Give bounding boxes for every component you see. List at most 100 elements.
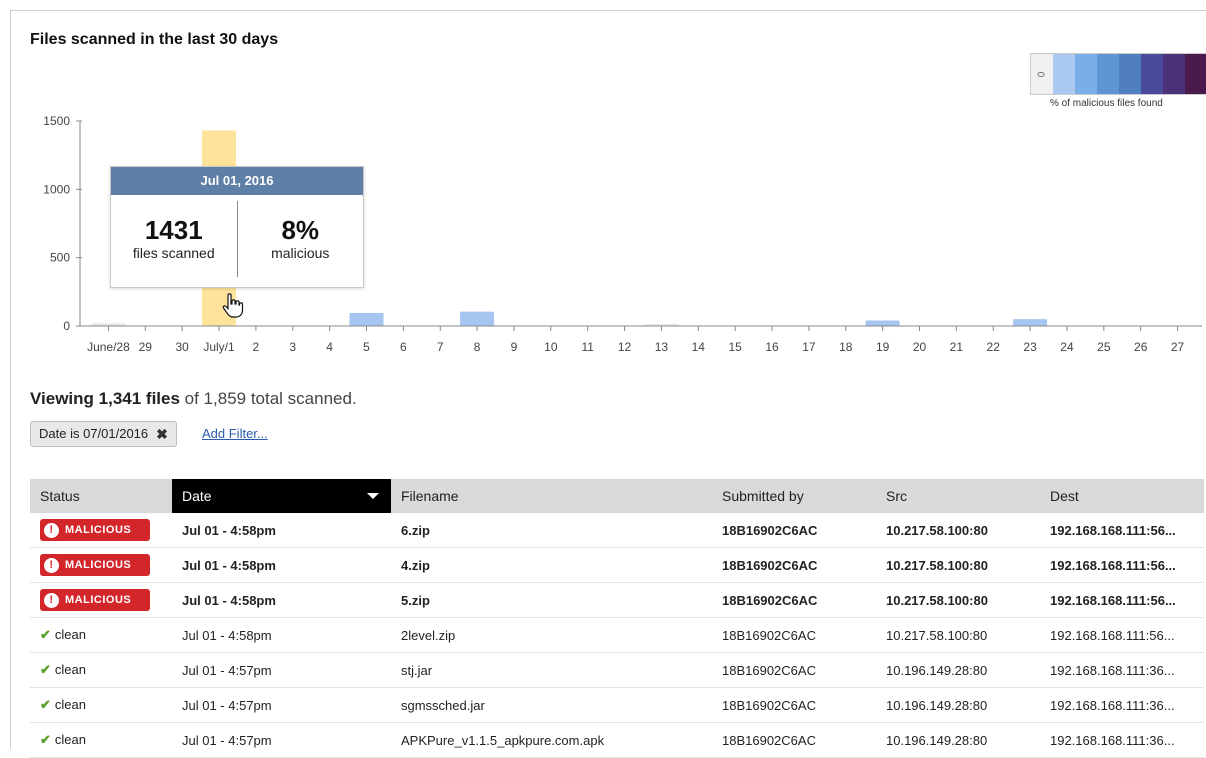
y-tick-label: 1500 xyxy=(43,114,70,128)
x-tick-label: 2 xyxy=(253,340,260,354)
x-tick-label: July/1 xyxy=(203,340,235,354)
table-row[interactable]: ! MALICIOUS Jul 01 - 4:58pm 6.zip 18B16902C6… xyxy=(30,513,1204,548)
x-tick-label: 11 xyxy=(581,340,594,354)
table-row[interactable]: ✔ clean Jul 01 - 4:57pm APKPure_v1.1.5_apkp… xyxy=(30,722,1204,758)
remove-filter-icon[interactable]: ✖ xyxy=(156,421,168,447)
cell-status: ✔ clean xyxy=(30,617,172,653)
table-row[interactable]: ! MALICIOUS Jul 01 - 4:58pm 4.zip 18B16902C6… xyxy=(30,547,1204,583)
column-header-dest[interactable]: Dest xyxy=(1040,479,1204,513)
viewing-summary: Viewing 1,341 files of 1,859 total scann… xyxy=(30,389,357,409)
cell-dest: 192.168.168.111:56... xyxy=(1040,513,1204,548)
malicious-badge: ! MALICIOUS xyxy=(40,554,150,576)
column-header-submitted-by[interactable]: Submitted by xyxy=(712,479,876,513)
add-filter-link[interactable]: Add Filter... xyxy=(202,426,268,441)
cell-submitted-by: 18B16902C6AC xyxy=(712,652,876,688)
cell-filename: sgmssched.jar xyxy=(391,687,712,723)
y-tick-label: 1000 xyxy=(43,182,70,196)
x-tick-label: 24 xyxy=(1060,340,1074,354)
cell-src: 10.217.58.100:80 xyxy=(876,547,1040,583)
cell-dest: 192.168.168.111:36... xyxy=(1040,722,1204,758)
cell-status: ! MALICIOUS xyxy=(30,513,172,548)
x-tick-label: 25 xyxy=(1097,340,1111,354)
bar[interactable] xyxy=(1013,319,1048,326)
x-tick-label: 18 xyxy=(839,340,853,354)
column-header-date-label: Date xyxy=(182,488,212,504)
sort-desc-icon xyxy=(367,493,379,499)
viewing-total: of 1,859 total scanned. xyxy=(179,389,357,408)
table-row[interactable]: ! MALICIOUS Jul 01 - 4:58pm 5.zip 18B16902C6… xyxy=(30,582,1204,618)
cell-src: 10.196.149.28:80 xyxy=(876,652,1040,688)
cell-status: ✔ clean xyxy=(30,687,172,723)
files-table: Status Date Filename Submitted by Src De… xyxy=(30,479,1204,758)
x-tick-label: June/28 xyxy=(87,340,130,354)
filter-chip-label: Date is 07/01/2016 xyxy=(39,426,149,441)
y-tick-label: 500 xyxy=(50,251,70,265)
x-tick-label: 21 xyxy=(950,340,964,354)
cell-filename: 5.zip xyxy=(391,582,712,618)
check-icon: ✔ xyxy=(40,662,51,677)
column-header-date[interactable]: Date xyxy=(172,479,391,513)
table-row[interactable]: ✔ clean Jul 01 - 4:57pm stj.jar 18B16902C6AC… xyxy=(30,652,1204,688)
table-row[interactable]: ✔ clean Jul 01 - 4:58pm 2level.zip 18B16902C… xyxy=(30,617,1204,653)
x-tick-label: 19 xyxy=(876,340,890,354)
cell-date: Jul 01 - 4:58pm xyxy=(172,617,391,653)
hand-cursor-icon xyxy=(222,293,244,318)
alert-icon: ! xyxy=(44,557,59,573)
cell-submitted-by: 18B16902C6AC xyxy=(712,582,876,618)
x-tick-label: 20 xyxy=(913,340,927,354)
x-tick-label: 27 xyxy=(1171,340,1185,354)
cell-date: Jul 01 - 4:57pm xyxy=(172,722,391,758)
tooltip-files-label: files scanned xyxy=(132,245,215,261)
tooltip-date: Jul 01, 2016 xyxy=(111,167,363,195)
status-text: clean xyxy=(54,732,86,747)
chart-tooltip: Jul 01, 2016 1431 files scanned 8% malic… xyxy=(110,166,364,288)
cell-submitted-by: 18B16902C6AC xyxy=(712,547,876,583)
bar[interactable] xyxy=(349,313,384,326)
x-tick-label: 22 xyxy=(987,340,1001,354)
cell-src: 10.217.58.100:80 xyxy=(876,617,1040,653)
cell-date: Jul 01 - 4:57pm xyxy=(172,652,391,688)
cell-status: ! MALICIOUS xyxy=(30,547,172,583)
tooltip-files-value: 1431 xyxy=(144,215,203,245)
x-tick-label: 30 xyxy=(175,340,189,354)
bar[interactable] xyxy=(865,320,900,326)
filter-chip-date[interactable]: Date is 07/01/2016 ✖ xyxy=(30,421,177,447)
cell-dest: 192.168.168.111:56... xyxy=(1040,617,1204,653)
tooltip-malicious-label: malicious xyxy=(271,245,330,261)
cell-submitted-by: 18B16902C6AC xyxy=(712,617,876,653)
column-header-src[interactable]: Src xyxy=(876,479,1040,513)
cell-submitted-by: 18B16902C6AC xyxy=(712,513,876,548)
cell-date: Jul 01 - 4:58pm xyxy=(172,582,391,618)
cell-src: 10.196.149.28:80 xyxy=(876,722,1040,758)
check-icon: ✔ xyxy=(40,732,51,747)
malicious-badge: ! MALICIOUS xyxy=(40,519,150,541)
x-tick-label: 26 xyxy=(1134,340,1148,354)
table-row[interactable]: ✔ clean Jul 01 - 4:57pm sgmssched.jar 18B169… xyxy=(30,687,1204,723)
x-tick-label: 5 xyxy=(363,340,370,354)
cell-dest: 192.168.168.111:56... xyxy=(1040,582,1204,618)
table-header-row: Status Date Filename Submitted by Src De… xyxy=(30,479,1204,513)
cell-filename: 2level.zip xyxy=(391,617,712,653)
cell-filename: 4.zip xyxy=(391,547,712,583)
cell-dest: 192.168.168.111:36... xyxy=(1040,687,1204,723)
status-text: clean xyxy=(54,627,86,642)
x-tick-label: 4 xyxy=(326,340,333,354)
column-header-filename[interactable]: Filename xyxy=(391,479,712,513)
cell-status: ✔ clean xyxy=(30,722,172,758)
cell-filename: 6.zip xyxy=(391,513,712,548)
status-text: MALICIOUS xyxy=(65,559,132,571)
x-tick-label: 12 xyxy=(618,340,632,354)
bar[interactable] xyxy=(460,311,495,326)
x-tick-label: 17 xyxy=(802,340,816,354)
status-text: clean xyxy=(54,697,86,712)
x-tick-label: 9 xyxy=(511,340,518,354)
check-icon: ✔ xyxy=(40,697,51,712)
cell-date: Jul 01 - 4:57pm xyxy=(172,687,391,723)
cell-filename: stj.jar xyxy=(391,652,712,688)
cell-dest: 192.168.168.111:36... xyxy=(1040,652,1204,688)
y-tick-label: 0 xyxy=(63,319,70,333)
alert-icon: ! xyxy=(44,592,59,608)
column-header-status[interactable]: Status xyxy=(30,479,172,513)
cell-filename: APKPure_v1.1.5_apkpure.com.apk xyxy=(391,722,712,758)
cell-src: 10.217.58.100:80 xyxy=(876,513,1040,548)
